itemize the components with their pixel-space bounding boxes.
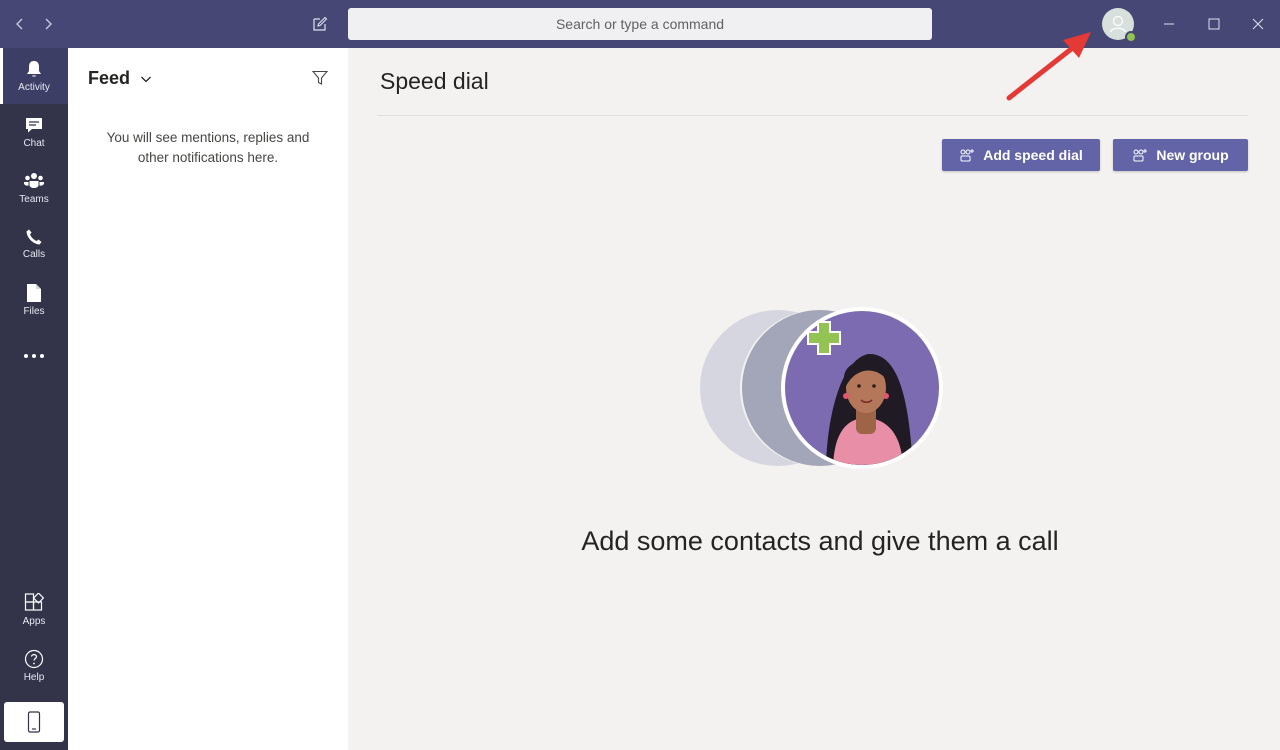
compose-icon	[313, 16, 328, 31]
more-apps-button[interactable]	[0, 328, 68, 384]
bell-icon	[27, 61, 41, 77]
minimize-icon	[1164, 23, 1174, 25]
rail-item-label: Chat	[23, 138, 45, 149]
chevron-left-icon	[16, 18, 23, 30]
maximize-icon	[1208, 18, 1220, 30]
rail-item-help[interactable]: Help	[0, 638, 68, 694]
search-placeholder: Search or type a command	[555, 16, 725, 32]
maximize-button[interactable]	[1198, 8, 1230, 40]
close-icon	[1252, 18, 1264, 30]
feed-dropdown[interactable]: Feed	[88, 68, 152, 89]
page-title: Speed dial	[380, 68, 489, 94]
mobile-device-button[interactable]	[4, 702, 64, 742]
close-button[interactable]	[1242, 8, 1274, 40]
empty-state-heading: Add some contacts and give them a call	[581, 526, 1059, 556]
forward-button[interactable]	[36, 12, 60, 36]
empty-feed-message: You will see mentions, replies and other…	[106, 130, 310, 165]
add-speed-dial-button[interactable]: Add speed dial	[942, 139, 1100, 171]
teams-icon	[24, 173, 44, 188]
chat-icon	[26, 118, 42, 133]
minimize-button[interactable]	[1153, 8, 1185, 40]
more-dots-icon	[24, 354, 44, 358]
phone-icon	[26, 229, 42, 245]
profile-avatar[interactable]	[1102, 8, 1137, 43]
rail-item-label: Help	[23, 672, 45, 683]
app-bar: Activity Chat Teams Calls Files Apps Hel…	[0, 48, 68, 750]
new-group-button[interactable]: New group	[1113, 139, 1248, 171]
activity-panel: Feed You will see mentions, replies and …	[68, 48, 348, 750]
feed-title: Feed	[88, 68, 131, 88]
rail-item-label: Activity	[18, 82, 50, 93]
rail-item-files[interactable]: Files	[0, 272, 68, 328]
rail-item-label: Apps	[22, 616, 46, 627]
rail-item-apps[interactable]: Apps	[0, 582, 68, 638]
chevron-right-icon	[45, 18, 52, 30]
rail-item-calls[interactable]: Calls	[0, 216, 68, 272]
add-people-icon	[960, 149, 975, 162]
mobile-device-icon	[27, 711, 41, 733]
rail-item-label: Calls	[22, 249, 46, 260]
search-input[interactable]: Search or type a command	[348, 8, 932, 40]
new-group-label: New group	[1156, 147, 1229, 163]
rail-item-activity[interactable]: Activity	[0, 48, 68, 104]
back-button[interactable]	[8, 12, 32, 36]
add-group-icon	[1133, 149, 1148, 162]
filter-icon	[312, 70, 328, 85]
file-icon	[27, 284, 41, 302]
chevron-down-icon	[141, 76, 151, 82]
presence-available-badge	[1125, 31, 1137, 43]
compose-button[interactable]	[308, 12, 332, 36]
add-speed-dial-label: Add speed dial	[983, 147, 1083, 163]
contacts-illustration	[700, 307, 943, 469]
header-divider	[378, 115, 1248, 116]
speed-dial-view: Speed dial Add speed dial New group Add …	[348, 48, 1280, 750]
apps-icon	[24, 593, 44, 611]
annotation-arrow	[1006, 32, 1091, 101]
rail-item-teams[interactable]: Teams	[0, 160, 68, 216]
filter-button[interactable]	[310, 68, 330, 88]
rail-item-label: Files	[23, 306, 45, 317]
help-icon	[24, 649, 44, 669]
rail-item-label: Teams	[19, 194, 49, 205]
rail-item-chat[interactable]: Chat	[0, 104, 68, 160]
